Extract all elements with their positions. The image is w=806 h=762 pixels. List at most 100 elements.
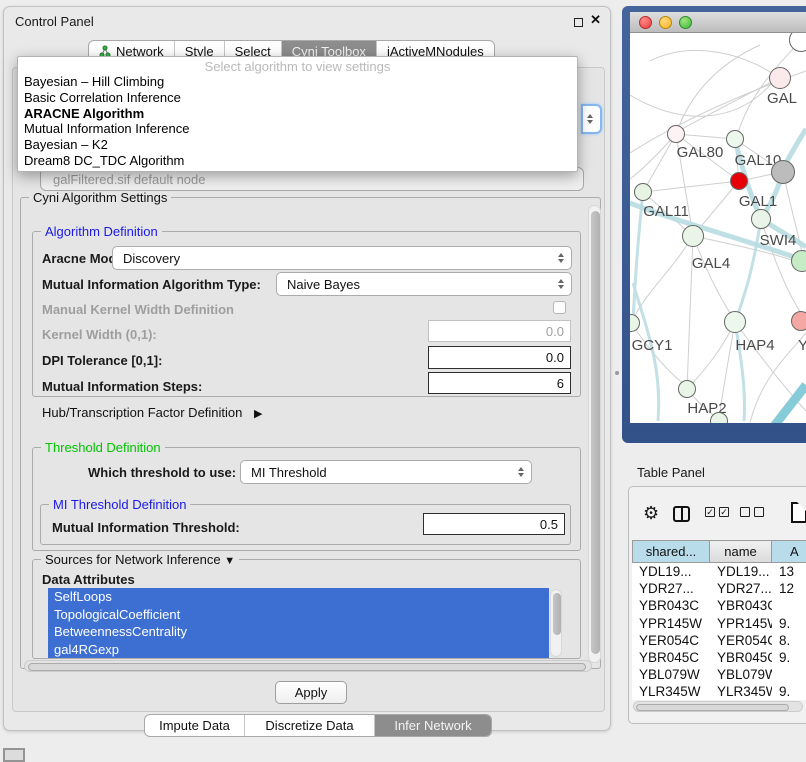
dpi-tolerance-label: DPI Tolerance [0,1]: bbox=[42, 353, 162, 368]
network-node-hap4[interactable] bbox=[724, 311, 746, 333]
network-node-gal[interactable] bbox=[769, 67, 791, 89]
mi-type-combo[interactable]: Naive Bayes bbox=[276, 272, 572, 296]
network-node-swi4[interactable] bbox=[751, 209, 771, 229]
data-attribute-item[interactable]: TopologicalCoefficient bbox=[48, 606, 549, 624]
network-node-label: HAP4 bbox=[735, 337, 774, 354]
network-node-label: GAL1 bbox=[739, 193, 777, 210]
network-node-gal1[interactable] bbox=[730, 172, 748, 190]
network-node-y[interactable] bbox=[791, 311, 806, 331]
data-attribute-item[interactable]: gal4RGexp bbox=[48, 641, 549, 659]
mi-type-value: Naive Bayes bbox=[287, 277, 360, 292]
aracne-mode-combo[interactable]: Discovery bbox=[112, 246, 572, 270]
table-row[interactable]: YLR345WYLR345W9. bbox=[632, 683, 806, 700]
gear-icon[interactable]: ⚙ bbox=[643, 503, 659, 524]
collapsed-panel-grip[interactable] bbox=[3, 748, 25, 762]
algorithm-popup-item[interactable]: Basic Correlation Inference bbox=[18, 90, 577, 106]
attributes-scrollbar[interactable] bbox=[550, 589, 562, 657]
network-canvas[interactable]: GALGAL80GAL10GAL1GAL11SWI4GAL4GCY1HAP4YH… bbox=[630, 33, 806, 423]
settings-horizontal-scrollbar[interactable] bbox=[24, 660, 592, 672]
mi-type-label: Mutual Information Algorithm Type: bbox=[42, 277, 261, 292]
minimize-traffic-light[interactable] bbox=[659, 16, 672, 29]
table-cell: YBL079W bbox=[710, 666, 772, 683]
tab-discretize-data[interactable]: Discretize Data bbox=[245, 715, 375, 736]
table-row[interactable]: YBL079WYBL079W bbox=[632, 666, 806, 683]
table-row[interactable]: YBR045CYBR045C9. bbox=[632, 649, 806, 666]
chevron-right-icon: ▶ bbox=[254, 408, 262, 420]
deselect-all-columns-icon[interactable] bbox=[740, 507, 764, 517]
network-node-label: GCY1 bbox=[632, 337, 673, 354]
table-horizontal-scrollbar[interactable] bbox=[633, 701, 803, 712]
group-title: Cyni Algorithm Settings bbox=[29, 190, 171, 205]
close-traffic-light[interactable] bbox=[639, 16, 652, 29]
dpi-tolerance-field[interactable]: 0.0 bbox=[428, 346, 571, 369]
algorithm-dropdown-popup: Select algorithm to view settings Bayesi… bbox=[17, 56, 578, 172]
network-node-gal80[interactable] bbox=[667, 125, 685, 143]
file-icon[interactable] bbox=[791, 502, 806, 523]
control-panel-title: Control Panel bbox=[15, 14, 94, 29]
table-row[interactable]: YER054CYER054C8. bbox=[632, 632, 806, 649]
zoom-traffic-light[interactable] bbox=[679, 16, 692, 29]
split-columns-icon[interactable] bbox=[673, 506, 690, 522]
network-node-hap2[interactable] bbox=[678, 380, 696, 398]
network-node-gal4[interactable] bbox=[682, 225, 704, 247]
tab-infer-network[interactable]: Infer Network bbox=[375, 715, 491, 736]
table-body: YDL19...YDL19...13YDR27...YDR27...12YBR0… bbox=[632, 563, 806, 700]
float-window-icon[interactable] bbox=[574, 18, 583, 27]
algorithm-combo-stepper[interactable] bbox=[581, 104, 602, 134]
algorithm-popup-item[interactable]: Bayesian – Hill Climbing bbox=[18, 74, 577, 90]
hub-definition-toggle[interactable]: Hub/Transcription Factor Definition ▶ bbox=[42, 405, 262, 420]
group-title: Algorithm Definition bbox=[41, 224, 162, 239]
table-cell: YER054C bbox=[632, 632, 710, 649]
network-node[interactable] bbox=[710, 412, 728, 423]
table-cell: YPR145W bbox=[710, 615, 772, 632]
table-row[interactable]: YPR145WYPR145W9. bbox=[632, 615, 806, 632]
network-window-titlebar[interactable] bbox=[630, 12, 806, 33]
tab-impute-data[interactable]: Impute Data bbox=[145, 715, 245, 736]
pane-divider-handle[interactable] bbox=[615, 371, 619, 375]
algorithm-placeholder: Select algorithm to view settings bbox=[18, 57, 577, 74]
mi-steps-field[interactable]: 6 bbox=[428, 372, 571, 394]
algorithm-popup-item[interactable]: ARACNE Algorithm bbox=[18, 106, 577, 122]
data-attributes-list: SelfLoopsTopologicalCoefficientBetweenne… bbox=[48, 588, 549, 658]
network-node[interactable] bbox=[771, 160, 795, 184]
algorithm-popup-item[interactable]: Mutual Information Inference bbox=[18, 121, 577, 137]
table-cell: YDR27... bbox=[710, 580, 772, 597]
mi-steps-label: Mutual Information Steps: bbox=[42, 379, 202, 394]
table-row[interactable]: YDL19...YDL19...13 bbox=[632, 563, 806, 580]
apply-button[interactable]: Apply bbox=[275, 681, 347, 704]
which-threshold-combo[interactable]: MI Threshold bbox=[240, 460, 532, 484]
column-header-partial[interactable]: A bbox=[772, 540, 806, 563]
kernel-width-field[interactable]: 0.0 bbox=[428, 320, 571, 342]
manual-kernel-checkbox[interactable] bbox=[553, 301, 566, 314]
table-row[interactable]: YDR27...YDR27...12 bbox=[632, 580, 806, 597]
column-header-shared[interactable]: shared... bbox=[632, 540, 710, 563]
table-cell bbox=[772, 597, 806, 614]
network-node-label: Y bbox=[798, 337, 806, 354]
mi-threshold-field[interactable]: 0.5 bbox=[423, 513, 565, 535]
algorithm-popup-item[interactable]: Dream8 DC_TDC Algorithm bbox=[18, 153, 577, 169]
table-cell: 8. bbox=[772, 632, 806, 649]
table-cell: 13 bbox=[772, 563, 806, 580]
network-node[interactable] bbox=[791, 250, 806, 272]
data-attributes-label: Data Attributes bbox=[42, 572, 135, 587]
select-all-columns-icon[interactable]: ✓✓ bbox=[705, 507, 729, 517]
sources-title-label: Sources for Network Inference bbox=[45, 552, 221, 567]
data-attribute-item[interactable]: BetweennessCentrality bbox=[48, 623, 549, 641]
algorithm-popup-item[interactable]: Bayesian – K2 bbox=[18, 137, 577, 153]
settings-vertical-scrollbar[interactable] bbox=[588, 205, 601, 663]
network-node-gal10[interactable] bbox=[726, 130, 744, 148]
table-header-row: shared... name A bbox=[632, 540, 806, 563]
network-node-gal11[interactable] bbox=[634, 183, 652, 201]
network-node-label: SWI4 bbox=[760, 232, 797, 249]
hub-definition-label: Hub/Transcription Factor Definition bbox=[42, 405, 242, 420]
table-row[interactable]: YBR043CYBR043C bbox=[632, 597, 806, 614]
aracne-mode-value: Discovery bbox=[123, 251, 180, 266]
mi-threshold-label: Mutual Information Threshold: bbox=[52, 520, 240, 535]
table-cell: YLR345W bbox=[632, 683, 710, 700]
column-header-name[interactable]: name bbox=[710, 540, 772, 563]
table-cell: 12 bbox=[772, 580, 806, 597]
data-attribute-item[interactable]: SelfLoops bbox=[48, 588, 549, 606]
table-cell: YBL079W bbox=[632, 666, 710, 683]
sources-group-title[interactable]: Sources for Network Inference ▼ bbox=[41, 552, 239, 567]
close-icon[interactable]: ✕ bbox=[590, 12, 601, 28]
